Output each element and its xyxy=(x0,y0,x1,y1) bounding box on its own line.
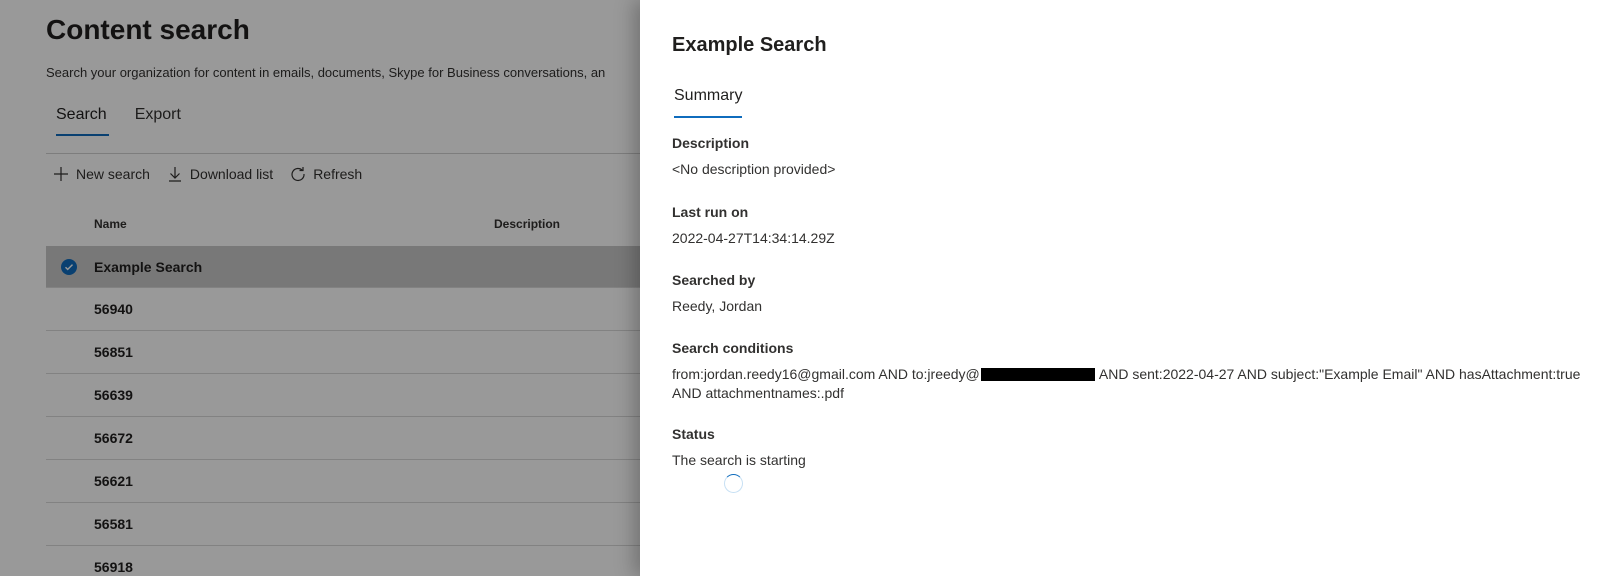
last-run-label: Last run on xyxy=(672,204,749,220)
conditions-text-start: from:jordan.reedy16@gmail.com AND to:jre… xyxy=(672,366,980,382)
loading-spinner-icon xyxy=(724,474,743,493)
search-conditions-field: Search conditions from:jordan.reedy16@gm… xyxy=(672,340,1582,403)
status-value: The search is starting xyxy=(672,452,806,468)
search-details-panel: Example Search Summary Description <No d… xyxy=(640,0,1611,576)
description-label: Description xyxy=(672,135,750,151)
last-run-field: Last run on 2022-04-27T14:34:14.29Z xyxy=(672,204,1582,248)
searched-by-label: Searched by xyxy=(672,272,756,288)
status-label: Status xyxy=(672,426,715,442)
searched-by-value: Reedy, Jordan xyxy=(672,298,763,314)
description-value: <No description provided> xyxy=(672,161,836,177)
last-run-value: 2022-04-27T14:34:14.29Z xyxy=(672,230,835,246)
panel-title: Example Search xyxy=(672,34,827,56)
modal-overlay[interactable] xyxy=(0,0,640,576)
redaction-bar xyxy=(980,368,1095,381)
search-conditions-label: Search conditions xyxy=(672,340,794,356)
tab-summary[interactable]: Summary xyxy=(674,87,743,118)
search-conditions-value: from:jordan.reedy16@gmail.com AND to:jre… xyxy=(672,365,1582,403)
searched-by-field: Searched by Reedy, Jordan xyxy=(672,272,1582,316)
description-field: Description <No description provided> xyxy=(672,135,1582,179)
status-field: Status The search is starting xyxy=(672,426,1582,470)
